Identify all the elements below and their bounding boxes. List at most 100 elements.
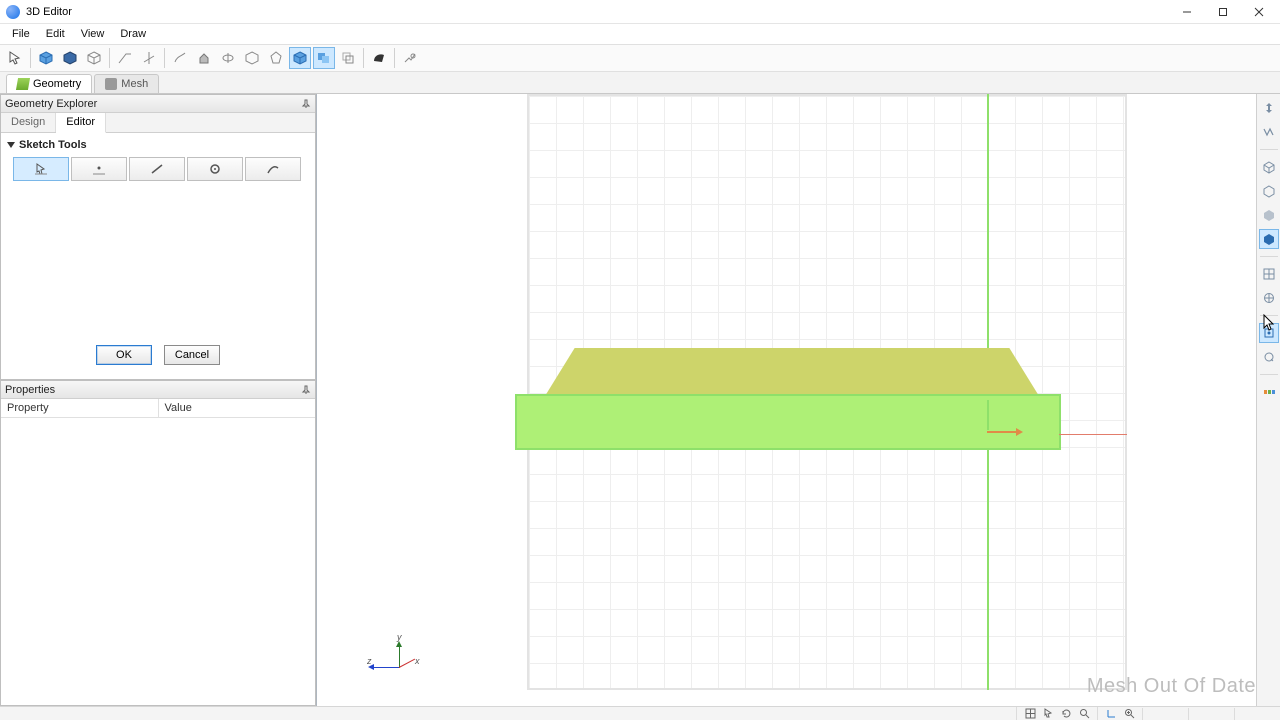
geometry-explorer-panel: Geometry Explorer Design Editor Sketch T…	[0, 94, 316, 380]
toolbar-separator	[164, 48, 165, 68]
cancel-button[interactable]: Cancel	[164, 345, 220, 365]
status-bar	[0, 706, 1280, 720]
status-grid-icon[interactable]	[1023, 708, 1037, 720]
status-axes-icon[interactable]	[1104, 708, 1118, 720]
sketch-line-button[interactable]	[129, 157, 185, 181]
settings-button[interactable]	[399, 47, 421, 69]
status-zoom-to-icon[interactable]	[1122, 708, 1136, 720]
triad-x-label: x	[415, 656, 420, 666]
subtab-design[interactable]: Design	[1, 113, 56, 132]
pin-icon[interactable]	[301, 385, 311, 395]
properties-col-property: Property	[1, 399, 159, 417]
gizmo-y-axis[interactable]	[987, 400, 989, 430]
solid-box-button[interactable]	[289, 47, 311, 69]
gizmo-x-axis[interactable]	[987, 431, 1017, 433]
new-primitive-button[interactable]	[35, 47, 57, 69]
palette-button[interactable]	[1259, 382, 1279, 402]
sketch-circle-button[interactable]	[187, 157, 243, 181]
pin-icon[interactable]	[301, 99, 311, 109]
sketch-tools-label: Sketch Tools	[19, 139, 87, 151]
orientation-triad: y x z	[373, 636, 417, 676]
properties-panel: Properties Property Value	[0, 380, 316, 706]
toolbar-separator	[363, 48, 364, 68]
status-refresh-icon[interactable]	[1059, 708, 1073, 720]
sidebar: Geometry Explorer Design Editor Sketch T…	[0, 94, 316, 706]
model-front-face[interactable]	[515, 394, 1061, 450]
properties-panel-header: Properties	[1, 381, 315, 399]
boolean-button[interactable]	[313, 47, 335, 69]
menu-bar: File Edit View Draw	[0, 24, 1280, 44]
status-view-tools	[1016, 707, 1097, 720]
toolbar-separator	[30, 48, 31, 68]
subtab-editor[interactable]: Editor	[56, 113, 106, 133]
tab-mesh[interactable]: Mesh	[94, 74, 159, 93]
tab-geometry-label: Geometry	[33, 78, 81, 90]
sketch-point-button[interactable]	[71, 157, 127, 181]
window-controls	[1176, 3, 1274, 21]
geometry-tab-icon	[16, 78, 30, 90]
mesh-outdated-watermark: Mesh Out Of Date	[1087, 675, 1256, 698]
polyhedron-button[interactable]	[265, 47, 287, 69]
revolve-button[interactable]	[217, 47, 239, 69]
view-shaded-edges-button[interactable]	[1259, 229, 1279, 249]
status-cursor-icon[interactable]	[1041, 708, 1055, 720]
app-icon	[6, 5, 20, 19]
tab-geometry[interactable]: Geometry	[6, 74, 92, 93]
model-top-face[interactable]	[545, 348, 1039, 396]
menu-draw[interactable]: Draw	[114, 26, 152, 42]
viewport[interactable]: y x z Mesh Out Of Date	[316, 94, 1280, 706]
properties-header-row: Property Value	[1, 399, 315, 418]
menu-view[interactable]: View	[75, 26, 111, 42]
mode-tabs: Geometry Mesh	[0, 72, 1280, 94]
view-wire-button[interactable]	[1259, 157, 1279, 177]
extrude-button[interactable]	[193, 47, 215, 69]
right-toolbar-separator	[1260, 315, 1278, 316]
triad-y-label: y	[397, 632, 402, 642]
properties-col-value: Value	[159, 399, 316, 417]
menu-file[interactable]: File	[6, 26, 36, 42]
explorer-subtabs: Design Editor	[1, 113, 315, 133]
snap-settings-button[interactable]	[1259, 347, 1279, 367]
axis-horizontal	[1059, 434, 1127, 435]
ok-button[interactable]: OK	[96, 345, 152, 365]
edge-tool-button[interactable]	[114, 47, 136, 69]
view-shaded-button[interactable]	[1259, 205, 1279, 225]
status-cell-2	[1188, 708, 1234, 720]
sketch-tools-row	[1, 155, 315, 183]
main-toolbar	[0, 44, 1280, 72]
right-toolbar-separator	[1260, 374, 1278, 375]
right-toolbar-separator	[1260, 256, 1278, 257]
snap-toggle-button[interactable]	[1259, 323, 1279, 343]
minimize-button[interactable]	[1176, 3, 1198, 21]
box-button[interactable]	[241, 47, 263, 69]
new-primitive-alt-button[interactable]	[59, 47, 81, 69]
right-toolbar	[1256, 94, 1280, 706]
menu-edit[interactable]: Edit	[40, 26, 71, 42]
sketch-tools-section-header[interactable]: Sketch Tools	[1, 133, 315, 155]
triad-z-axis	[373, 667, 399, 668]
wireframe-cube-button[interactable]	[83, 47, 105, 69]
title-bar: 3D Editor	[0, 0, 1280, 24]
status-cell-1	[1142, 708, 1188, 720]
duplicate-button[interactable]	[337, 47, 359, 69]
nav-pan-button[interactable]	[1259, 98, 1279, 118]
view-hidden-button[interactable]	[1259, 181, 1279, 201]
caret-down-icon	[7, 142, 15, 148]
perspective-button[interactable]	[1259, 288, 1279, 308]
select-tool-button[interactable]	[4, 47, 26, 69]
toolbar-separator	[394, 48, 395, 68]
sketch-select-button[interactable]	[13, 157, 69, 181]
axis-tool-button[interactable]	[138, 47, 160, 69]
status-zoom-icon[interactable]	[1077, 708, 1091, 720]
maximize-button[interactable]	[1212, 3, 1234, 21]
tab-mesh-label: Mesh	[121, 78, 148, 90]
status-axes-tools	[1097, 707, 1142, 720]
sketch-tool-button[interactable]	[169, 47, 191, 69]
mesh-tab-icon	[105, 78, 117, 90]
materials-button[interactable]	[368, 47, 390, 69]
nav-zigzag-button[interactable]	[1259, 122, 1279, 142]
grid-toggle-button[interactable]	[1259, 264, 1279, 284]
sketch-arc-button[interactable]	[245, 157, 301, 181]
close-button[interactable]	[1248, 3, 1270, 21]
viewport-body: y x z Mesh Out Of Date	[317, 94, 1280, 706]
